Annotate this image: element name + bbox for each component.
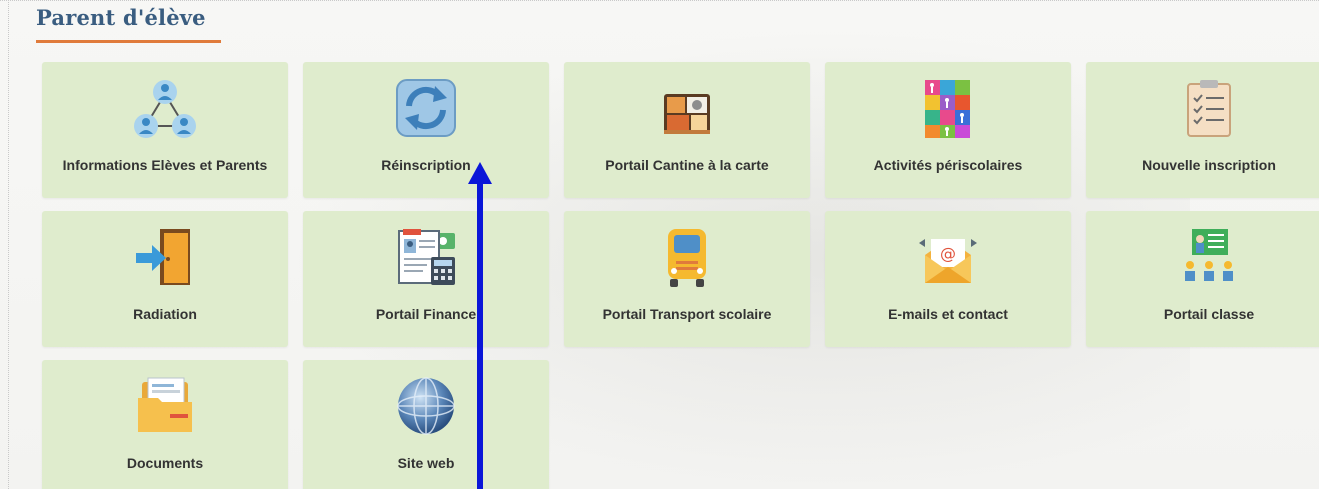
page: Parent d'élève Informations Elèves et Pa… <box>0 0 1319 489</box>
tile-label: Portail Finance <box>375 306 477 322</box>
invoice-calculator-icon <box>391 225 461 289</box>
tile-activites-periscolaires[interactable]: Activités périscolaires <box>825 62 1071 198</box>
tile-portail-transport-scolaire[interactable]: Portail Transport scolaire <box>564 211 810 347</box>
tile-portail-cantine[interactable]: Portail Cantine à la carte <box>564 62 810 198</box>
tile-emails-contact[interactable]: @ E-mails et contact <box>825 211 1071 347</box>
school-bus-icon <box>652 225 722 289</box>
folder-documents-icon <box>130 374 200 438</box>
tile-documents[interactable]: Documents <box>42 360 288 489</box>
tile-label: E-mails et contact <box>888 306 1008 322</box>
top-dotted-border <box>0 0 1319 2</box>
tile-label: Activités périscolaires <box>873 157 1023 173</box>
left-dotted-border <box>8 0 10 489</box>
tile-label: Radiation <box>133 306 197 322</box>
bento-box-icon <box>652 76 722 140</box>
tile-label: Portail classe <box>1163 306 1255 322</box>
globe-icon <box>391 374 461 438</box>
family-network-icon <box>130 76 200 140</box>
refresh-icon <box>391 76 461 140</box>
page-title: Parent d'élève <box>36 5 206 30</box>
tile-label: Documents <box>126 455 204 471</box>
email-envelope-icon: @ <box>913 225 983 289</box>
tile-label: Portail Transport scolaire <box>602 306 772 322</box>
tile-portail-finance[interactable]: Portail Finance <box>303 211 549 347</box>
tile-label: Informations Elèves et Parents <box>62 157 268 173</box>
tile-nouvelle-inscription[interactable]: Nouvelle inscription <box>1086 62 1319 198</box>
svg-text:@: @ <box>940 244 956 263</box>
title-underline <box>36 40 221 43</box>
tile-label: Réinscription <box>381 157 471 173</box>
annotation-arrow-icon <box>468 162 492 489</box>
activities-grid-icon <box>913 76 983 140</box>
tile-reinscription[interactable]: Réinscription <box>303 62 549 198</box>
tile-label: Portail Cantine à la carte <box>605 157 769 173</box>
tile-label: Site web <box>397 455 455 471</box>
tile-informations-eleves-parents[interactable]: Informations Elèves et Parents <box>42 62 288 198</box>
exit-door-icon <box>130 225 200 289</box>
tile-portail-classe[interactable]: Portail classe <box>1086 211 1319 347</box>
classroom-board-icon <box>1174 225 1244 289</box>
tile-radiation[interactable]: Radiation <box>42 211 288 347</box>
clipboard-checklist-icon <box>1174 76 1244 140</box>
tile-site-web[interactable]: Site web <box>303 360 549 489</box>
tile-label: Nouvelle inscription <box>1142 157 1276 173</box>
